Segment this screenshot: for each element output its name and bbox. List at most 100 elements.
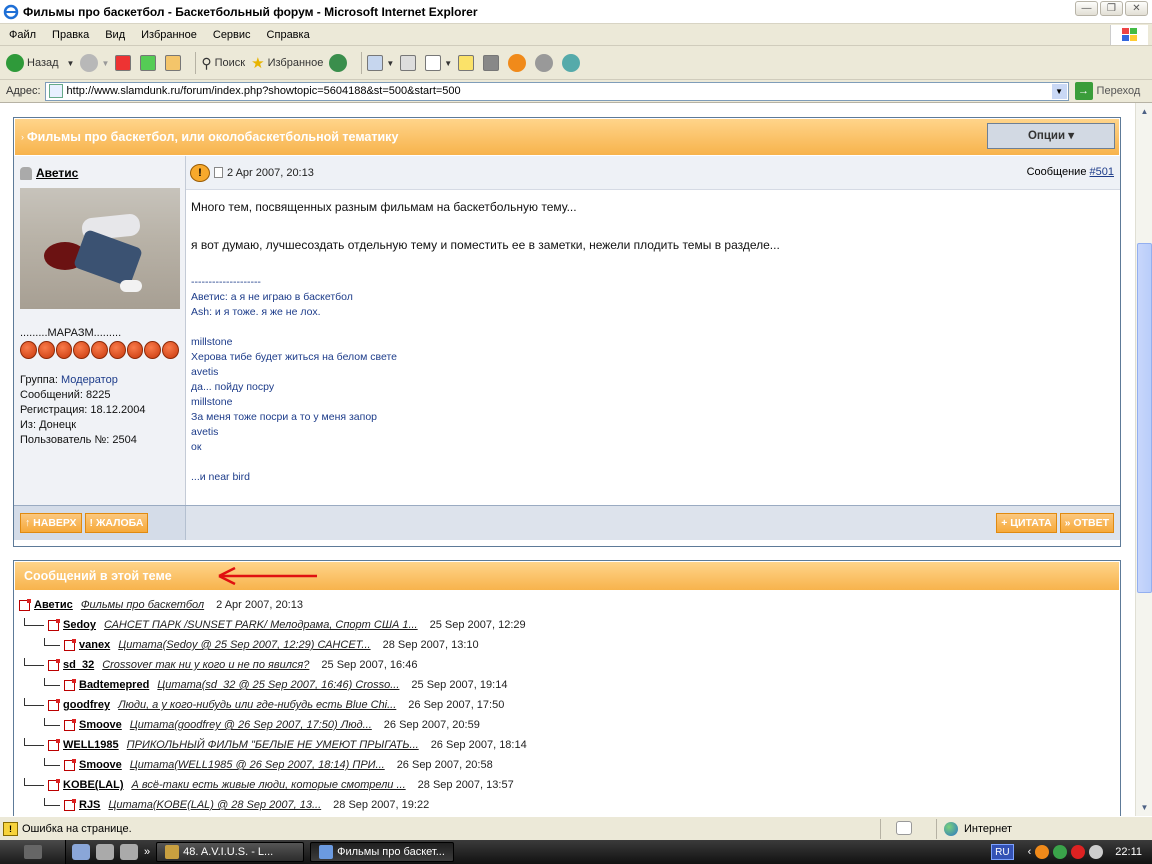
menu-file[interactable]: Файл xyxy=(0,29,43,41)
tree-author-link[interactable]: WELL1985 xyxy=(63,739,119,751)
options-button[interactable]: Опции ▾ xyxy=(987,123,1115,149)
windows-logo xyxy=(1110,25,1148,45)
warning-icon[interactable]: ! xyxy=(190,163,210,182)
tree-row: sd_32 Crossover так ни у кого и не по яви… xyxy=(19,655,1115,675)
tree-title-link[interactable]: Фильмы про баскетбол xyxy=(81,599,204,611)
tree-title-link[interactable]: А всё-таки есть живые люди, которые смот… xyxy=(132,779,406,791)
author-name: Аветис xyxy=(36,166,79,180)
quote-button[interactable]: + ЦИТАТА xyxy=(996,513,1057,533)
menu-help[interactable]: Справка xyxy=(258,29,317,41)
tree-author-link[interactable]: RJS xyxy=(79,799,100,811)
search-icon: ⚲ xyxy=(201,54,212,71)
tree-author-link[interactable]: Smoove xyxy=(79,759,122,771)
tray-icon-2[interactable] xyxy=(1053,845,1068,859)
author-link[interactable]: Аветис xyxy=(20,166,179,180)
basketball-icon xyxy=(37,341,55,359)
start-button[interactable] xyxy=(0,840,66,864)
quicklaunch-icon-2[interactable] xyxy=(96,844,114,860)
media-icon xyxy=(329,54,348,72)
chevron-left-icon[interactable]: ‹ xyxy=(1028,846,1032,858)
tree-title-link[interactable]: Crossover так ни у кого и не по явился? xyxy=(102,659,309,671)
menu-favorites[interactable]: Избранное xyxy=(132,29,204,41)
user-location: Донецк xyxy=(39,419,77,431)
tree-title-link[interactable]: Цитата(sd_32 @ 25 Sep 2007, 16:46) Cross… xyxy=(157,679,399,691)
tree-row: vanex Цитата(Sedoy @ 25 Sep 2007, 12:29) … xyxy=(19,635,1115,655)
tool-button-3[interactable] xyxy=(535,54,556,72)
tree-date: 25 Sep 2007, 16:46 xyxy=(321,659,418,671)
refresh-button[interactable] xyxy=(140,55,159,71)
tool-button-2[interactable] xyxy=(508,54,529,72)
user-messages: 8225 xyxy=(86,389,111,401)
tree-title-link[interactable]: Цитата(goodfrey @ 26 Sep 2007, 17:50) Лю… xyxy=(130,719,372,731)
home-button[interactable] xyxy=(165,55,184,71)
signature-line xyxy=(191,320,1115,335)
chevron-down-icon: ▼ xyxy=(444,58,453,68)
minimize-button[interactable]: — xyxy=(1075,1,1098,16)
tray-icon-4[interactable] xyxy=(1089,845,1104,859)
vertical-scrollbar[interactable]: ▲ ▼ xyxy=(1135,103,1152,816)
tree-date: 25 Sep 2007, 12:29 xyxy=(429,619,526,631)
menu-edit[interactable]: Правка xyxy=(43,29,96,41)
scroll-thumb[interactable] xyxy=(1137,243,1152,593)
tree-date: 26 Sep 2007, 17:50 xyxy=(408,699,505,711)
menu-tools[interactable]: Сервис xyxy=(204,29,258,41)
tree-author-link[interactable]: vanex xyxy=(79,639,110,651)
tree-author-link[interactable]: sd_32 xyxy=(63,659,94,671)
scroll-up-icon[interactable]: ▲ xyxy=(1136,103,1152,120)
address-input[interactable]: http://www.slamdunk.ru/forum/index.php?s… xyxy=(44,81,1069,101)
warning-icon[interactable]: ! xyxy=(3,821,18,836)
top-button[interactable]: ↑ НАВЕРХ xyxy=(20,513,82,533)
tool-button-1[interactable] xyxy=(483,55,502,71)
tree-author-link[interactable]: goodfrey xyxy=(63,699,110,711)
tree-title-link[interactable]: ПРИКОЛЬНЫЙ ФИЛЬМ "БЕЛЫЕ НЕ УМЕЮТ ПРЫГАТЬ… xyxy=(127,739,419,751)
tree-title-link[interactable]: Люди, а у кого-нибудь или где-нибудь ест… xyxy=(118,699,396,711)
edit-button[interactable]: ▼ xyxy=(425,55,452,71)
forward-button[interactable]: ▼ xyxy=(80,54,109,72)
language-indicator[interactable]: RU xyxy=(991,844,1014,860)
tray-icon-1[interactable] xyxy=(1035,845,1050,859)
mail-button[interactable]: ▼ xyxy=(367,55,394,71)
tree-connector xyxy=(24,737,44,746)
user-registered: 18.12.2004 xyxy=(90,404,146,416)
stop-button[interactable] xyxy=(115,55,134,71)
chevron-right-icon[interactable]: » xyxy=(144,846,150,858)
tree-title-link[interactable]: Цитата(KOBE(LAL) @ 28 Sep 2007, 13... xyxy=(108,799,321,811)
message-number-link[interactable]: #501 xyxy=(1090,166,1114,178)
scroll-down-icon[interactable]: ▼ xyxy=(1136,799,1152,816)
tree-author-link[interactable]: Аветис xyxy=(34,599,73,611)
title-bar[interactable]: Фильмы про баскетбол - Баскетбольный фор… xyxy=(0,0,1152,24)
forum-post: › Фильмы про баскетбол, или околобаскетб… xyxy=(13,117,1121,547)
tree-author-link[interactable]: Sedoy xyxy=(63,619,96,631)
post-icon xyxy=(64,638,76,651)
report-button[interactable]: ! ЖАЛОБА xyxy=(84,513,149,533)
media-button[interactable] xyxy=(329,54,350,72)
back-button[interactable]: Назад ▼ xyxy=(6,54,74,72)
menu-view[interactable]: Вид xyxy=(96,29,132,41)
ie-quicklaunch-icon[interactable] xyxy=(72,844,90,860)
go-arrow-icon: → xyxy=(1074,82,1093,100)
go-button[interactable]: → Переход xyxy=(1074,82,1140,100)
reply-button[interactable]: » ОТВЕТ xyxy=(1059,513,1114,533)
maximize-button[interactable]: ❐ xyxy=(1100,1,1123,16)
search-button[interactable]: ⚲ Поиск xyxy=(201,55,245,72)
tree-title-link[interactable]: Цитата(Sedoy @ 25 Sep 2007, 12:29) САНСЕ… xyxy=(118,639,370,651)
tree-author-link[interactable]: KOBE(LAL) xyxy=(63,779,124,791)
tree-title-link[interactable]: САНСЕТ ПАРК /SUNSET PARK/ Мелодрама, Спо… xyxy=(104,619,418,631)
taskbar-item-ie[interactable]: Фильмы про баскет... xyxy=(310,842,455,862)
print-button[interactable] xyxy=(400,55,419,71)
close-button[interactable]: ✕ xyxy=(1125,1,1148,16)
notes-button[interactable] xyxy=(458,55,477,71)
tree-author-link[interactable]: Badtemepred xyxy=(79,679,149,691)
taskbar-item-aimp[interactable]: 48. A.V.I.U.S. - L... xyxy=(156,842,305,862)
post-icon xyxy=(48,778,60,791)
quicklaunch-icon-3[interactable] xyxy=(120,844,138,860)
chevron-down-icon[interactable]: ▼ xyxy=(1051,83,1067,99)
tree-title-link[interactable]: Цитата(WELL1985 @ 26 Sep 2007, 18:14) ПР… xyxy=(130,759,385,771)
windows-flag-icon xyxy=(23,845,42,859)
favorites-button[interactable]: ★ Избранное xyxy=(251,54,323,72)
signature-line: да... пойду посру xyxy=(191,381,275,393)
tray-icon-3[interactable] xyxy=(1071,845,1086,859)
post-icon xyxy=(48,698,60,711)
tree-author-link[interactable]: Smoove xyxy=(79,719,122,731)
tool-button-4[interactable] xyxy=(562,54,583,72)
